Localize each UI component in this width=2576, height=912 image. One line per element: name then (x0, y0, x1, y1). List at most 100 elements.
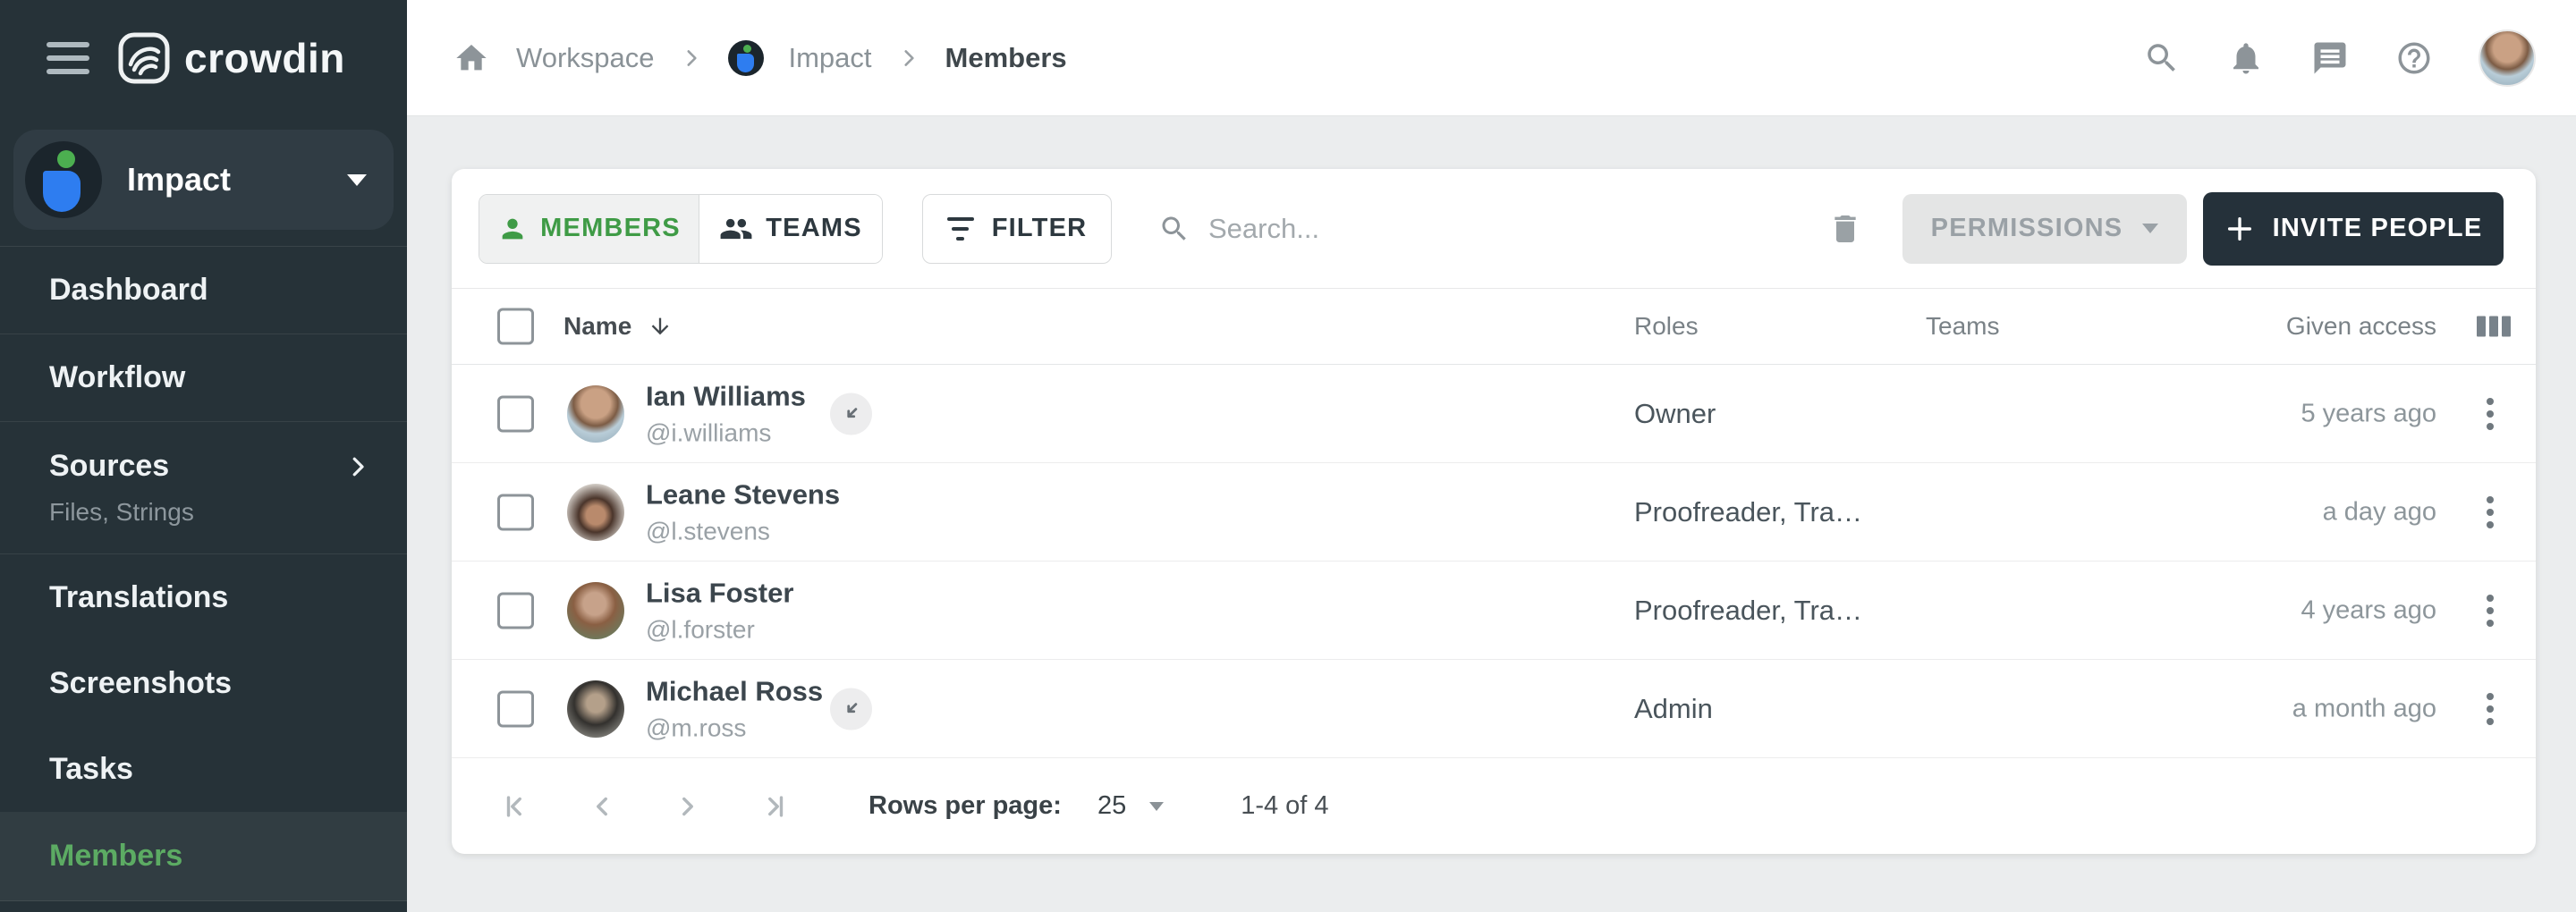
pagination-range: 1-4 of 4 (1241, 791, 1328, 821)
crowdin-logo-icon (118, 32, 170, 84)
breadcrumb-project[interactable]: Impact (789, 42, 872, 74)
member-name[interactable]: Ian Williams (646, 380, 806, 412)
search-input[interactable] (1208, 213, 1584, 245)
permissions-button[interactable]: PERMISSIONS (1902, 194, 2187, 264)
sidebar-item-dashboard[interactable]: Dashboard (0, 247, 407, 334)
arrow-down-left-icon (830, 393, 872, 435)
home-icon[interactable] (452, 38, 491, 78)
user-avatar[interactable] (2479, 30, 2536, 87)
invite-label: INVITE PEOPLE (2273, 214, 2483, 243)
tab-teams[interactable]: TEAMS (699, 195, 882, 263)
chevron-down-icon (2142, 224, 2158, 233)
filter-button[interactable]: FILTER (922, 194, 1112, 264)
card-toolbar: MEMBERS TEAMS FILTER (452, 169, 2536, 289)
tab-label: TEAMS (766, 214, 862, 243)
arrow-down-left-icon (830, 688, 872, 730)
chevron-right-icon (680, 46, 703, 70)
member-username: @m.ross (646, 714, 823, 742)
column-header-teams[interactable]: Teams (1926, 312, 1999, 341)
avatar (567, 680, 624, 738)
breadcrumb-workspace[interactable]: Workspace (516, 42, 655, 74)
row-checkbox[interactable] (497, 592, 534, 629)
sidebar-item-tasks[interactable]: Tasks (0, 726, 407, 812)
member-username: @i.williams (646, 418, 806, 447)
member-username: @l.stevens (646, 517, 840, 545)
sidebar-item-label: Screenshots (49, 666, 232, 701)
tab-members[interactable]: MEMBERS (479, 195, 699, 263)
roles-cell: Proofreader, Tra… (1634, 595, 1862, 627)
avatar (567, 385, 624, 443)
sort-descending-icon (648, 314, 673, 339)
member-name[interactable]: Lisa Foster (646, 577, 793, 609)
select-all-checkbox[interactable] (497, 308, 534, 345)
roles-cell: Admin (1634, 693, 1713, 725)
avatar (567, 484, 624, 541)
column-header-given-access[interactable]: Given access (2286, 312, 2436, 341)
given-access-cell: a day ago (2323, 497, 2436, 527)
column-header-name[interactable]: Name (564, 312, 673, 341)
crowdin-logo[interactable]: crowdin (118, 32, 345, 84)
table-header: Name Roles Teams Given access (452, 289, 2536, 365)
sidebar-item-translations[interactable]: Translations (0, 554, 407, 640)
main-area: Workspace Impact Members (407, 0, 2576, 912)
plus-icon (2224, 214, 2255, 244)
member-name[interactable]: Leane Stevens (646, 478, 840, 511)
sidebar-item-workflow[interactable]: Workflow (0, 334, 407, 422)
search-icon[interactable] (2142, 38, 2182, 78)
sidebar-item-members[interactable]: Members (0, 812, 407, 901)
sidebar-item-sources[interactable]: Sources Files, Strings (0, 422, 407, 554)
roles-cell: Proofreader, Tra… (1634, 496, 1862, 528)
given-access-cell: a month ago (2292, 694, 2436, 723)
content: MEMBERS TEAMS FILTER (407, 116, 2576, 912)
topbar-actions (2142, 30, 2536, 87)
column-header-roles[interactable]: Roles (1634, 312, 1699, 341)
member-username: @l.forster (646, 615, 793, 644)
search-icon (1158, 213, 1191, 245)
first-page-icon[interactable] (496, 787, 536, 826)
app-window: crowdin Impact Dashboard Workflow Source… (0, 0, 2576, 912)
columns-icon[interactable] (2477, 317, 2511, 337)
member-cell: Lisa Foster @l.forster (646, 577, 793, 644)
chevron-right-icon (344, 453, 371, 480)
help-icon[interactable] (2394, 38, 2434, 78)
row-checkbox[interactable] (497, 690, 534, 727)
topbar: Workspace Impact Members (407, 0, 2576, 116)
chat-icon[interactable] (2310, 38, 2350, 78)
column-label: Name (564, 312, 631, 341)
kebab-menu-icon[interactable] (2481, 393, 2499, 435)
tab-label: MEMBERS (540, 214, 681, 243)
breadcrumb-project-avatar (728, 40, 764, 76)
last-page-icon[interactable] (754, 787, 793, 826)
next-page-icon[interactable] (668, 787, 708, 826)
sidebar-item-sublabel: Files, Strings (49, 498, 371, 527)
kebab-menu-icon[interactable] (2481, 688, 2499, 730)
chevron-down-icon (1149, 802, 1164, 811)
sidebar-item-screenshots[interactable]: Screenshots (0, 640, 407, 726)
rows-per-page-select[interactable]: 25 (1097, 791, 1164, 821)
previous-page-icon[interactable] (582, 787, 622, 826)
bell-icon[interactable] (2226, 38, 2266, 78)
permissions-label: PERMISSIONS (1931, 214, 2123, 243)
sidebar: crowdin Impact Dashboard Workflow Source… (0, 0, 407, 912)
brand-name: crowdin (184, 34, 345, 82)
pagination: Rows per page: 25 1-4 of 4 (452, 758, 2536, 854)
table-row: Ian Williams @i.williams Owner 5 years a… (452, 365, 2536, 463)
trash-icon[interactable] (1826, 209, 1865, 249)
kebab-menu-icon[interactable] (2481, 589, 2499, 632)
menu-icon[interactable] (47, 42, 89, 74)
members-card: MEMBERS TEAMS FILTER (452, 169, 2536, 854)
chevron-right-icon (897, 46, 920, 70)
rows-per-page-label: Rows per page: (869, 791, 1062, 821)
project-selector[interactable]: Impact (13, 130, 394, 230)
kebab-menu-icon[interactable] (2481, 491, 2499, 534)
sidebar-item-label: Dashboard (49, 273, 208, 308)
member-cell: Leane Stevens @l.stevens (646, 478, 840, 545)
member-name[interactable]: Michael Ross (646, 675, 823, 707)
row-checkbox[interactable] (497, 395, 534, 432)
invite-people-button[interactable]: INVITE PEOPLE (2203, 192, 2504, 266)
sidebar-item-label: Members (49, 839, 182, 874)
table-row: Leane Stevens @l.stevens Proofreader, Tr… (452, 463, 2536, 562)
table-row: Michael Ross @m.ross Admin a month ago (452, 660, 2536, 758)
row-checkbox[interactable] (497, 494, 534, 530)
avatar (567, 582, 624, 639)
